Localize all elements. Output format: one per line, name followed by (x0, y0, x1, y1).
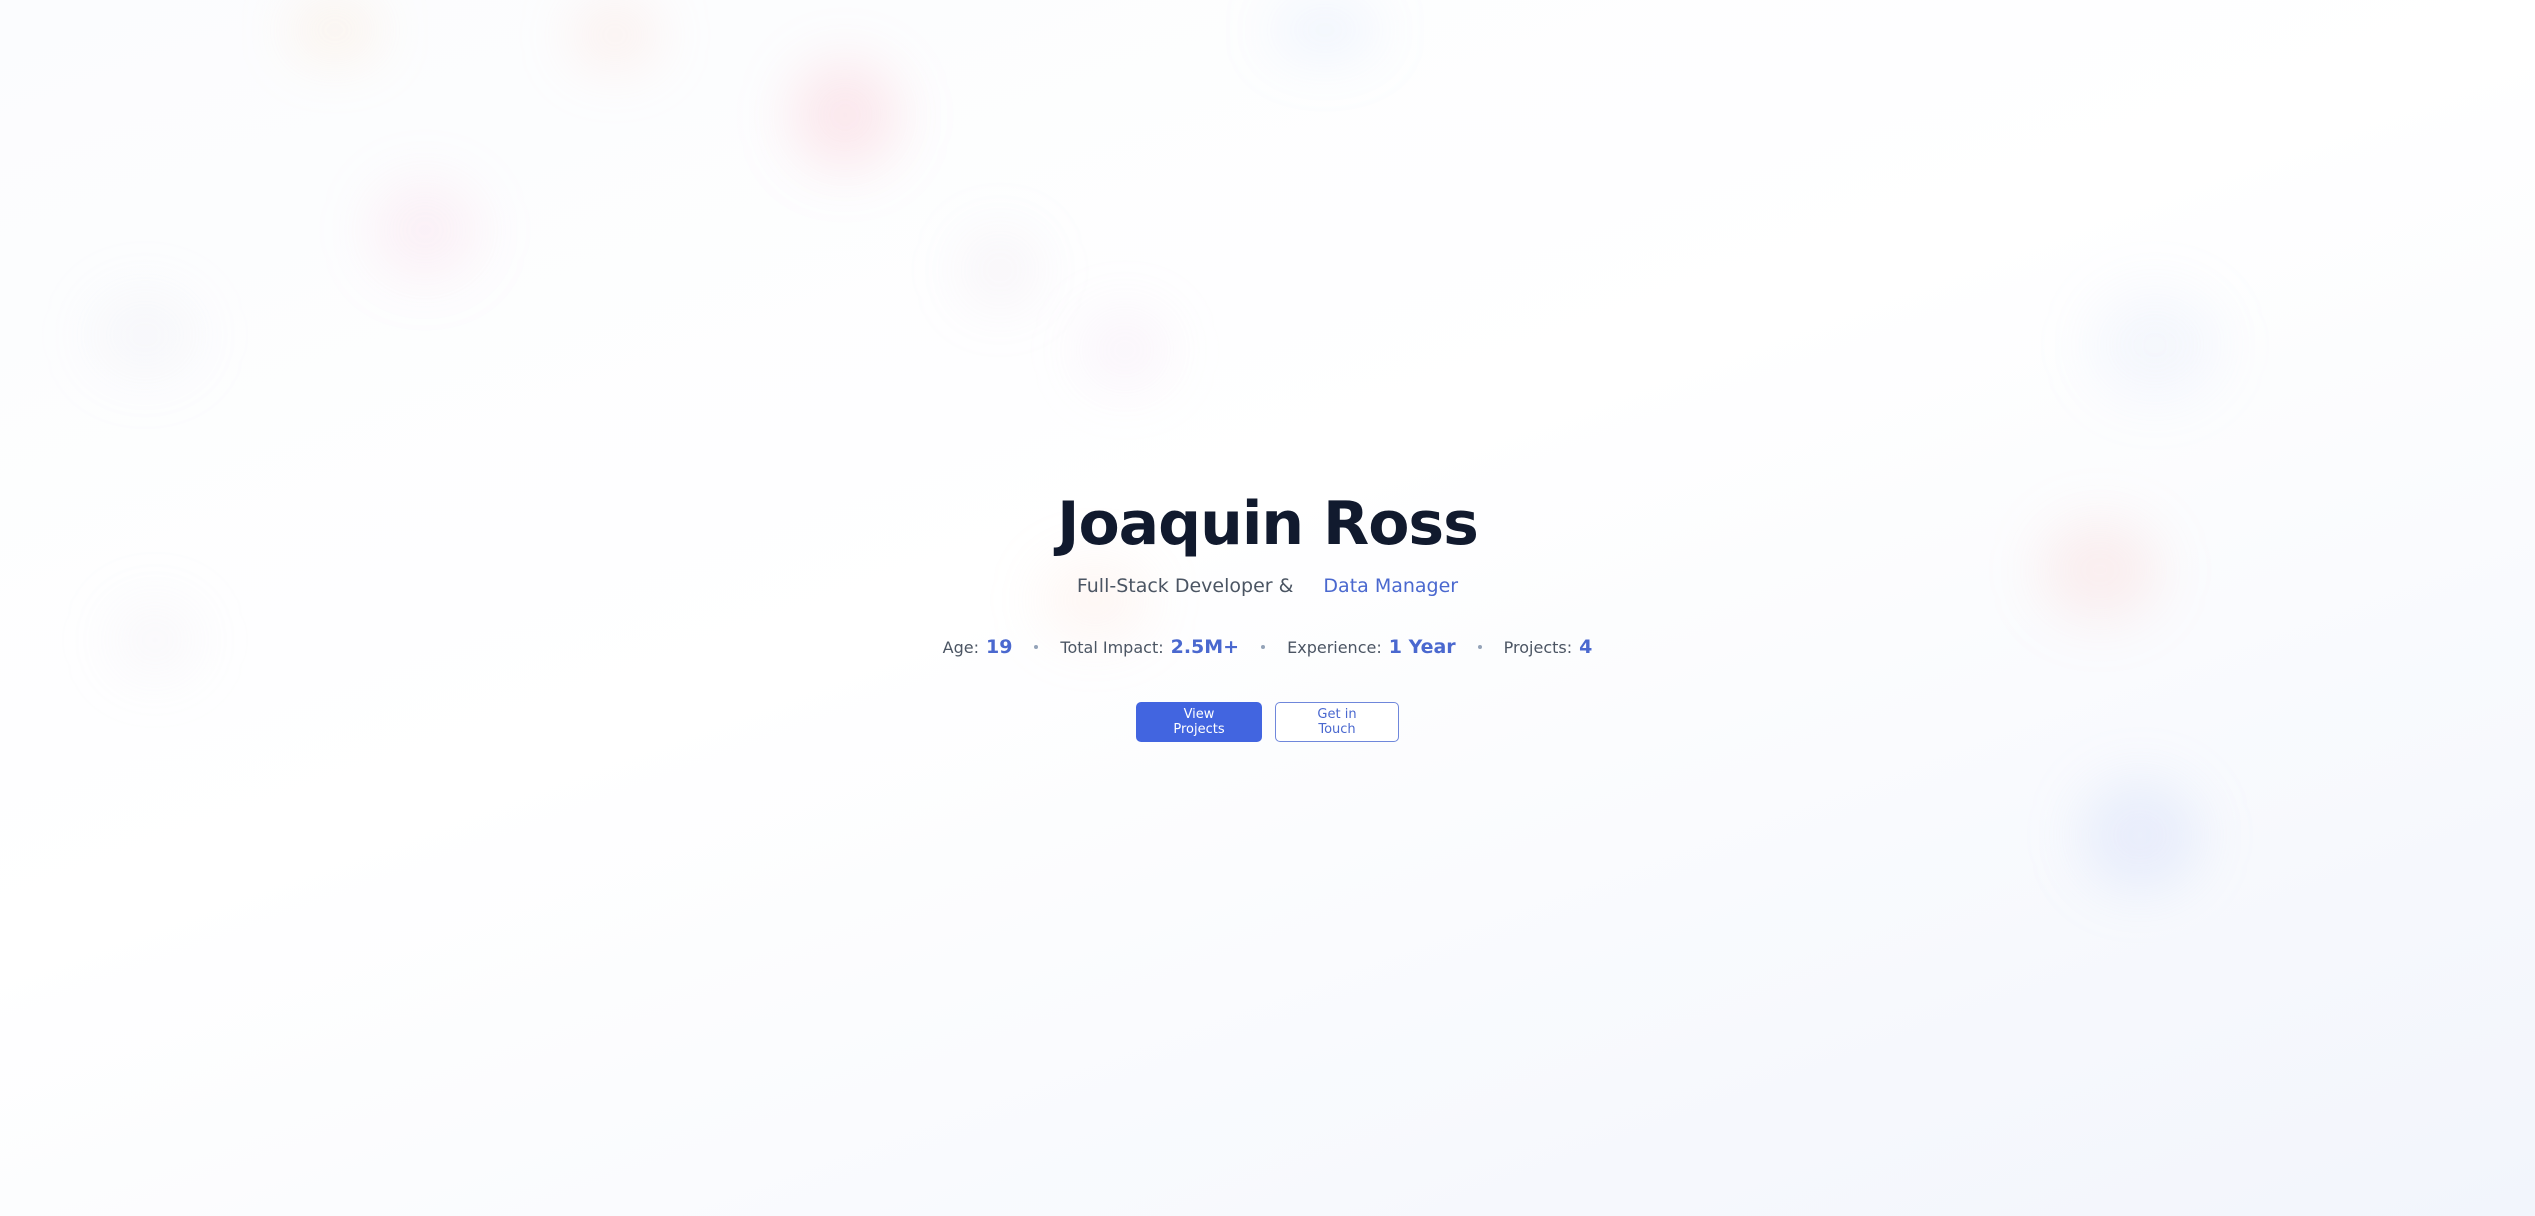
stat-label: Age: (942, 638, 979, 657)
separator-dot (1261, 645, 1266, 649)
view-projects-button[interactable]: View Projects (1136, 702, 1262, 742)
stat-experience: Experience: 1 Year (1287, 636, 1456, 658)
hero-section: Joaquin Ross Full-Stack Developer & Data … (0, 0, 2535, 1216)
stat-label: Projects: (1503, 638, 1573, 657)
stat-label: Experience: (1287, 638, 1382, 657)
stat-value: 19 (985, 636, 1013, 658)
role-accent: Data Manager (1323, 575, 1459, 597)
stat-age: Age: 19 (943, 636, 1013, 658)
hero-actions: View Projects Get in Touch (0, 702, 2535, 742)
stat-value: 2.5M+ (1170, 636, 1240, 658)
role-primary: Full-Stack Developer & (1076, 575, 1294, 597)
separator-dot (1034, 645, 1039, 649)
stats-row: Age: 19 Total Impact: 2.5M+ Experience: … (0, 636, 2535, 658)
stat-label: Total Impact: (1060, 638, 1164, 657)
stat-value: 1 Year (1388, 636, 1456, 658)
stat-total-impact: Total Impact: 2.5M+ (1060, 636, 1239, 658)
stat-value: 4 (1579, 636, 1593, 658)
get-in-touch-button[interactable]: Get in Touch (1275, 702, 1399, 742)
page-title: Joaquin Ross (1057, 489, 1479, 559)
hero-subtitle: Full-Stack Developer & Data Manager (0, 572, 2535, 600)
stat-projects: Projects: 4 (1504, 636, 1593, 658)
separator-dot (1477, 645, 1482, 649)
